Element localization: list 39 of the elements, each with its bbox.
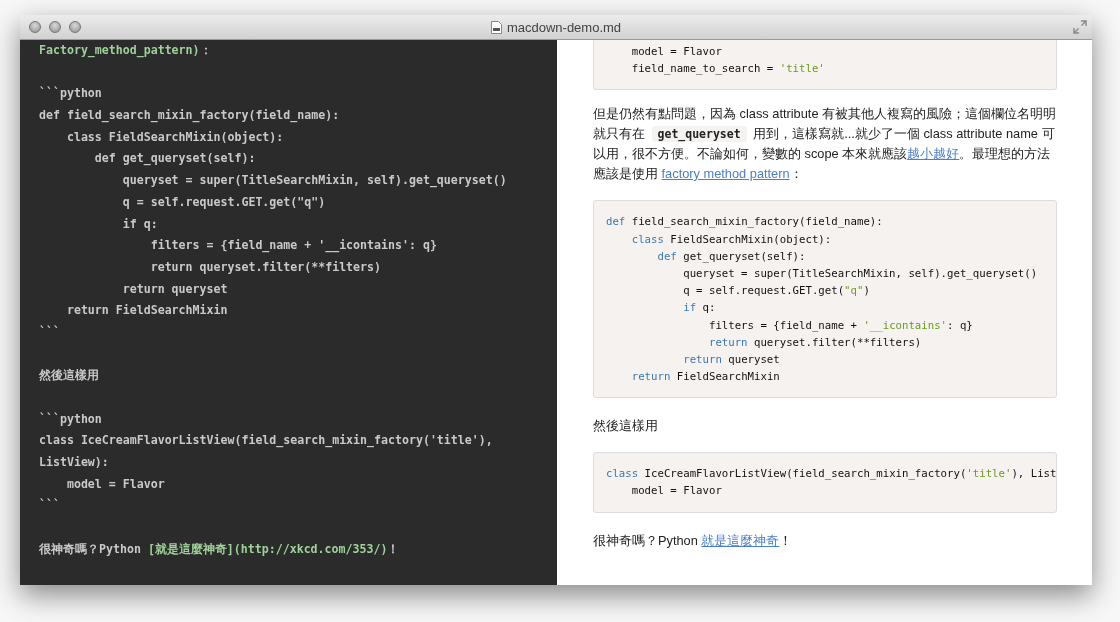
zoom-button[interactable] <box>69 21 81 33</box>
editor-text: model = Flavor <box>65 476 165 491</box>
editor-text: 很神奇嗎？Python <box>39 541 142 556</box>
editor-text: return FieldSearchMixin <box>65 303 228 318</box>
code-block: def field_search_mixin_factory(field_name): class FieldSearchMixin(object): def get_queryset(self): queryset = super(TitleSearchMixin, self).get_queryset() q = self.request.GET.get("q") if q: filters = {field_name + '__icontains': q} return queryset.filter(**filters) return queryset return FieldSearchMixin <box>593 200 1057 399</box>
document-icon <box>490 20 502 34</box>
link[interactable]: 越小越好 <box>907 146 960 162</box>
paragraph: 然後這樣用 <box>593 417 659 436</box>
editor-text: ： <box>199 43 212 57</box>
fullscreen-icon[interactable] <box>1073 20 1087 34</box>
link[interactable]: factory method pattern <box>661 166 790 182</box>
paragraph: 但是仍然有點問題，因為 class attribute 有被其他人複寫的風險；這個欄位名明明就只有在 get_queryset 用到，這樣寫就...就少了一個 class attribute name 可以用，很不方便。不論如何，變數的 scope 本來就應該越小越好。最理想的方法應該是使用 factory method pattern： <box>593 105 1057 184</box>
editor-text: Factory_method_pattern) <box>39 43 200 57</box>
editor-text: if q: <box>121 216 158 231</box>
editor-text: return queryset <box>121 281 228 296</box>
editor-text: return queryset.filter(**filters) <box>149 259 382 274</box>
editor-text: q = self.request.GET.get("q") <box>121 194 326 209</box>
editor-text: ！ <box>387 541 400 556</box>
editor-text: class IceCreamFlavorListView(field_search_mixin_factory('title'), <box>39 433 493 448</box>
editor-text: ListView): <box>39 455 109 470</box>
editor-text: def get_queryset(self): <box>93 151 256 166</box>
editor-text: ```python <box>39 86 102 101</box>
editor-text: queryset = super(TitleSearchMixin, self).get_queryset() <box>121 173 507 188</box>
code-block: class IceCreamFlavorListView(field_search_mixin_factory('title'), List model = Flavor <box>593 452 1057 513</box>
editor-text: 然後這樣用 <box>39 368 99 383</box>
editor-text: filters = {field_name + '__icontains': q} <box>149 238 437 253</box>
editor-text: ``` <box>39 324 60 339</box>
editor-text: class FieldSearchMixin(object): <box>65 129 284 144</box>
editor-text: def field_search_mixin_factory(field_name): <box>39 108 340 123</box>
editor-text: ``` <box>39 498 60 513</box>
paragraph: 很神奇嗎？Python 就是這麼神奇！ <box>593 531 794 550</box>
link[interactable]: 就是這麼神奇 <box>701 532 780 548</box>
markdown-editor[interactable] <box>20 40 557 585</box>
minimize-button[interactable] <box>49 21 61 33</box>
window-title: macdown-demo.md <box>506 19 622 35</box>
close-button[interactable] <box>29 21 41 33</box>
editor-text: [就是這麼神奇](http://xkcd.com/353/) <box>147 541 388 556</box>
code-block: model = Flavor field_name_to_search = 'title' <box>593 40 1057 91</box>
editor-text: ```python <box>39 411 102 426</box>
